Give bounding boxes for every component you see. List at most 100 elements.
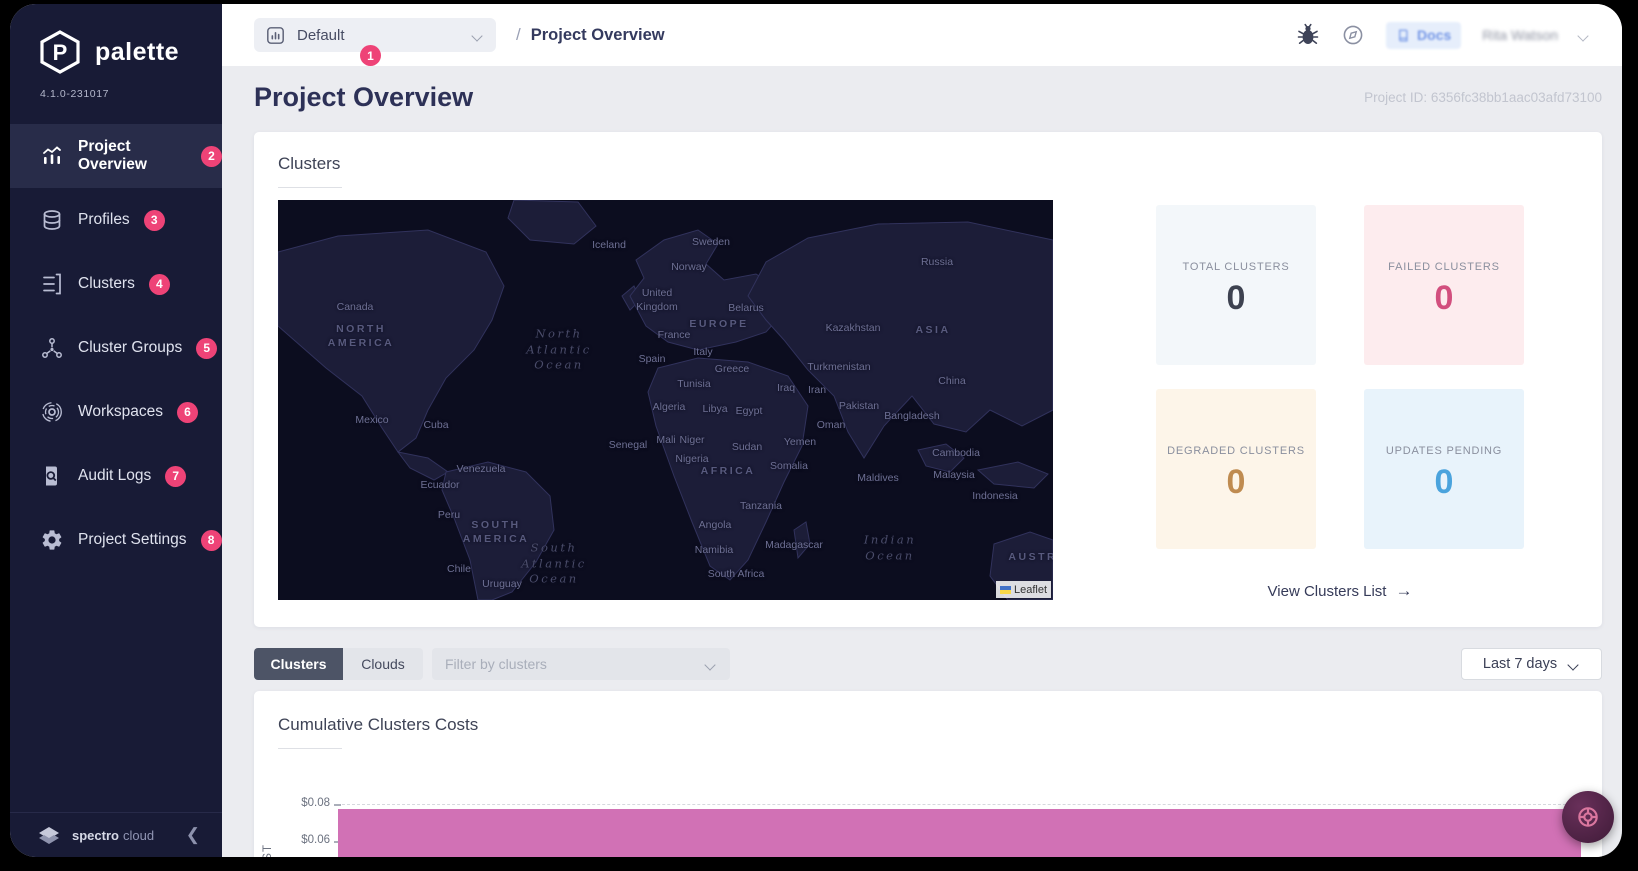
annotation-badge-6: 6 [177, 401, 198, 423]
sidebar-item-clusters[interactable]: Clusters 4 [10, 252, 222, 316]
annotation-badge-5: 5 [196, 337, 218, 359]
help-compass-icon[interactable] [1341, 23, 1365, 47]
ukraine-flag-icon [999, 585, 1011, 594]
y-axis-title: COST [262, 844, 274, 857]
main-area: Default 1 / Project Overview Docs Rita W… [222, 4, 1622, 857]
stat-label: TOTAL CLUSTERS [1182, 261, 1290, 273]
breadcrumb-current[interactable]: Project Overview [531, 26, 665, 45]
annotation-badge-1: 1 [360, 45, 381, 66]
filter-placeholder: Filter by clusters [445, 656, 547, 672]
y-axis-tick [334, 804, 341, 806]
topbar: Default 1 / Project Overview Docs Rita W… [222, 4, 1622, 66]
tab-clusters[interactable]: Clusters [254, 648, 343, 680]
annotation-badge-4: 4 [148, 273, 170, 295]
app-version: 4.1.0-231017 [40, 88, 110, 100]
annotation-badge-8: 8 [200, 529, 222, 551]
analytics-icon [43, 146, 61, 164]
sidebar-item-audit-logs[interactable]: Audit Logs 7 [10, 444, 222, 508]
app-window: P palette 4.1.0-231017 Project Overview 2… [10, 4, 1622, 857]
stat-tile-updates-pending: UPDATES PENDING 0 [1364, 389, 1524, 549]
y-axis-tick-label: $0.08 [301, 797, 330, 809]
sidebar-item-label: Cluster Groups [78, 339, 183, 356]
clusters-card-title: Clusters [278, 154, 341, 173]
annotation-badge-2: 2 [201, 145, 222, 167]
settings-gear-icon [42, 530, 62, 550]
cost-area-series [338, 809, 1581, 857]
chevron-down-icon [473, 30, 484, 41]
sidebar-footer: spectro cloud ❮ [10, 812, 222, 857]
stat-value: 0 [1226, 279, 1246, 317]
breadcrumb: / Project Overview [516, 25, 665, 45]
project-scope-value: Default [297, 26, 345, 44]
cluster-stats-panel: TOTAL CLUSTERS 0 FAILED CLUSTERS 0 DEGRADED … [1078, 200, 1602, 627]
assistant-fab-button[interactable] [1562, 791, 1614, 843]
chevron-down-icon [706, 659, 717, 670]
vendor-name-bold: spectro [72, 827, 119, 843]
clusters-world-map[interactable]: Iceland Sweden Norway Russia Canada United Ki… [278, 200, 1053, 600]
view-clusters-list-link[interactable]: View Clusters List → [1078, 581, 1602, 601]
sidebar-item-profiles[interactable]: Profiles 3 [10, 188, 222, 252]
view-clusters-list-label: View Clusters List [1267, 583, 1387, 600]
sidebar-item-label: Project Settings [78, 531, 187, 548]
stat-tile-failed-clusters: FAILED CLUSTERS 0 [1364, 205, 1524, 365]
app-name: palette [95, 37, 180, 66]
project-id: Project ID: 6356fc38bb1aac03afd73100 [1364, 89, 1602, 105]
life-ring-help-icon [1578, 807, 1598, 827]
stat-label: DEGRADED CLUSTERS [1167, 445, 1305, 457]
svg-text:P: P [53, 40, 68, 65]
sidebar-item-label: Project Overview [78, 138, 147, 173]
y-axis-tick-label: $0.06 [301, 834, 330, 846]
bug-report-icon[interactable] [1296, 23, 1320, 47]
world-map-continents [278, 200, 1053, 600]
sidebar-collapse-chevron-icon[interactable]: ❮ [186, 825, 200, 845]
sidebar-item-label: Clusters [78, 275, 135, 292]
cluster-groups-network-icon [42, 338, 62, 358]
leaflet-attribution[interactable]: Leaflet [995, 581, 1051, 598]
breadcrumb-separator: / [516, 25, 521, 44]
palette-hexagon-logo-icon: P [40, 30, 80, 74]
cost-filter-bar: Clusters Clouds Filter by clusters Last 7… [254, 648, 1602, 680]
sidebar-item-label: Workspaces [78, 403, 163, 420]
docs-button[interactable]: Docs [1386, 21, 1462, 49]
profiles-stack-icon [43, 210, 61, 230]
docs-book-icon [1399, 29, 1408, 41]
docs-label: Docs [1417, 27, 1452, 43]
sidebar-item-cluster-groups[interactable]: Cluster Groups 5 [10, 316, 222, 380]
stat-label: UPDATES PENDING [1385, 445, 1503, 457]
sidebar-item-project-settings[interactable]: Project Settings 8 [10, 508, 222, 572]
stat-value: 0 [1434, 463, 1454, 501]
arrow-right-icon: → [1395, 581, 1413, 600]
stat-tile-degraded-clusters: DEGRADED CLUSTERS 0 [1156, 389, 1316, 549]
page-title: Project Overview [254, 81, 474, 112]
title-divider [278, 748, 342, 749]
spectro-cloud-logo-icon [39, 827, 59, 844]
tab-clouds[interactable]: Clouds [343, 648, 423, 680]
cost-tabs: Clusters Clouds [254, 648, 423, 680]
clusters-server-icon [43, 273, 61, 295]
stat-tile-total-clusters: TOTAL CLUSTERS 0 [1156, 205, 1316, 365]
sidebar-item-project-overview[interactable]: Project Overview 2 [10, 124, 222, 188]
stat-value: 0 [1226, 463, 1246, 501]
sidebar-item-label: Audit Logs [78, 467, 152, 484]
page-content: Project Overview Project ID: 6356fc38bb1… [222, 66, 1622, 857]
date-range-value: Last 7 days [1482, 656, 1558, 672]
sidebar-item-workspaces[interactable]: Workspaces 6 [10, 380, 222, 444]
leaflet-label: Leaflet [1013, 583, 1047, 596]
annotation-badge-3: 3 [143, 209, 165, 231]
palette-logo: P palette [10, 4, 222, 74]
vendor-name-light: cloud [122, 827, 155, 843]
date-range-select[interactable]: Last 7 days [1461, 648, 1602, 680]
stat-label: FAILED CLUSTERS [1388, 261, 1500, 273]
filter-by-clusters-select[interactable]: Filter by clusters [432, 648, 730, 680]
clusters-card: Clusters Iceland Sweden Norway Russia Ca… [254, 132, 1602, 627]
project-chart-icon [267, 26, 284, 44]
workspaces-orbit-icon [42, 402, 62, 422]
gridline-dashed [342, 804, 1581, 805]
sidebar-item-label: Profiles [78, 211, 130, 228]
cluster-stat-tiles: TOTAL CLUSTERS 0 FAILED CLUSTERS 0 DEGRADED … [1156, 205, 1524, 549]
sidebar: P palette 4.1.0-231017 Project Overview 2… [10, 4, 222, 857]
costs-card-title: Cumulative Clusters Costs [278, 715, 479, 734]
user-menu-chevron-icon[interactable] [1579, 30, 1590, 41]
title-divider [278, 187, 342, 188]
user-menu-name[interactable]: Rita Watson [1482, 27, 1558, 43]
